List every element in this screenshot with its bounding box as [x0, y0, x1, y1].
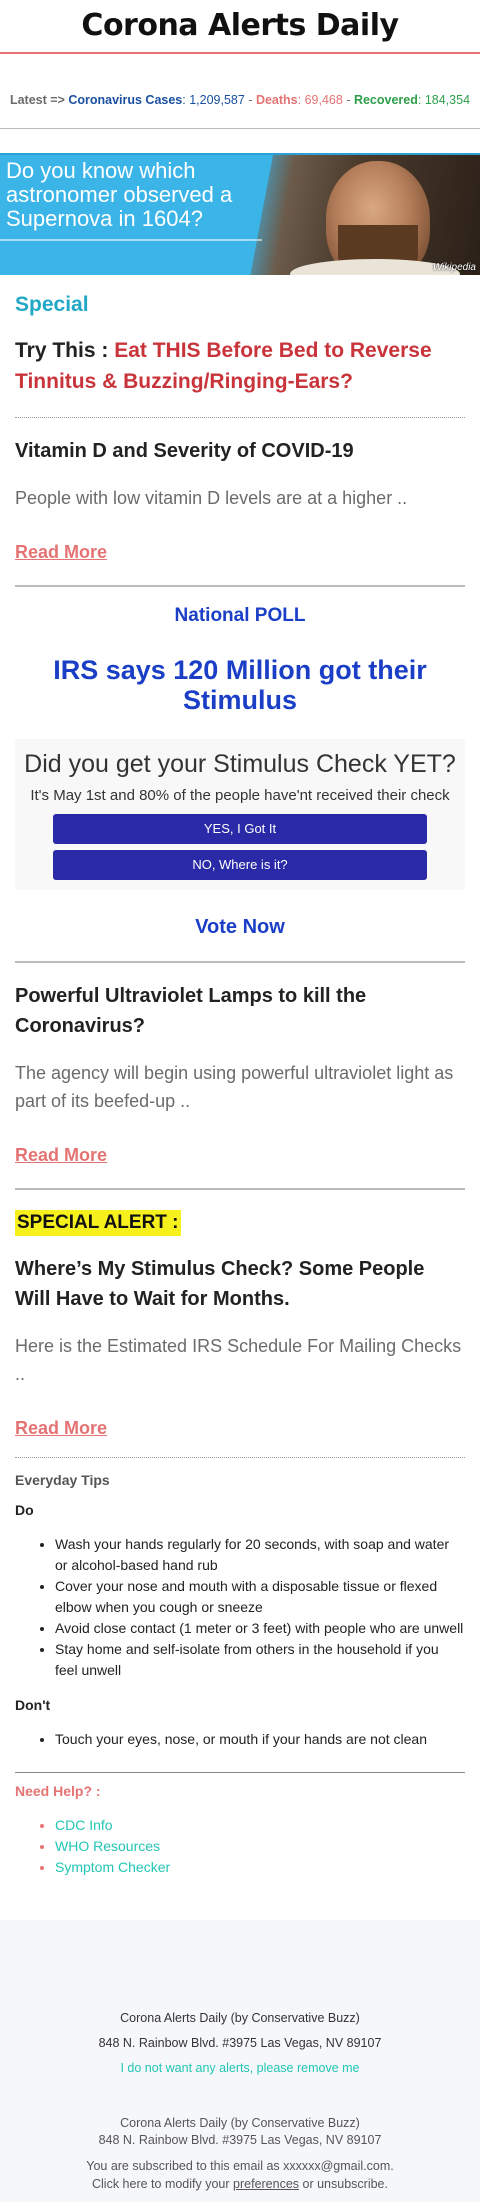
ticker-deaths-value: 69,468 [304, 93, 343, 107]
do-list: Wash your hands regularly for 20 seconds… [15, 1534, 465, 1681]
read-more-link[interactable]: Read More [15, 1418, 465, 1439]
divider [0, 128, 480, 129]
list-item: Stay home and self-isolate from others i… [55, 1639, 465, 1681]
special-alert-badge: SPECIAL ALERT : [15, 1210, 181, 1236]
list-item: Wash your hands regularly for 20 seconds… [55, 1534, 465, 1576]
list-item: WHO Resources [55, 1836, 465, 1857]
vote-now-link[interactable]: Vote Now [15, 916, 465, 939]
try-this-prefix: Try This : [15, 339, 115, 362]
no-where-button[interactable]: NO, Where is it? [53, 850, 427, 880]
article-title[interactable]: Powerful Ultraviolet Lamps to kill the C… [15, 981, 465, 1041]
modify-suffix: or unsubscribe. [299, 2177, 388, 2191]
yes-got-it-button[interactable]: YES, I Got It [53, 814, 427, 844]
read-more-link[interactable]: Read More [15, 1145, 465, 1166]
article-excerpt: People with low vitamin D levels are at … [15, 488, 408, 508]
symptom-checker-link[interactable]: Symptom Checker [55, 1859, 170, 1875]
dotted-divider [15, 1457, 465, 1458]
tips-heading: Everyday Tips [15, 1472, 110, 1488]
list-item: Avoid close contact (1 meter or 3 feet) … [55, 1618, 465, 1639]
modify-notice: Click here to modify your preferences or… [0, 2175, 480, 2193]
footer: Corona Alerts Daily (by Conservative Buz… [0, 1920, 480, 2202]
article-title[interactable]: Vitamin D and Severity of COVID-19 [15, 436, 465, 466]
trivia-banner[interactable]: Do you know which astronomer observed a … [0, 153, 480, 275]
unsubscribe-link[interactable]: I do not want any alerts, please remove … [0, 2056, 480, 2081]
main-content: Special Try This : Eat THIS Before Bed t… [0, 293, 480, 1878]
list-item: Symptom Checker [55, 1857, 465, 1878]
dont-heading: Don't [15, 1697, 51, 1713]
divider [15, 1772, 465, 1773]
do-heading: Do [15, 1502, 34, 1518]
divider [15, 1188, 465, 1190]
list-item: CDC Info [55, 1815, 465, 1836]
banner-question: Do you know which astronomer observed a … [6, 158, 233, 231]
read-more-link[interactable]: Read More [15, 542, 465, 563]
divider [15, 961, 465, 963]
ticker-cases-value: 1,209,587 [189, 93, 245, 107]
poll-card-subtitle: It's May 1st and 80% of the people have'… [30, 787, 450, 804]
ticker-separator: - [248, 93, 256, 107]
footer-org: Corona Alerts Daily (by Conservative Buz… [120, 2011, 360, 2025]
preferences-link[interactable]: preferences [233, 2177, 299, 2191]
portrait-image [250, 155, 480, 275]
stats-ticker: Latest => Coronavirus Cases: 1,209,587 -… [9, 93, 471, 107]
article-excerpt: The agency will begin using powerful ult… [15, 1063, 454, 1111]
footer-address: 848 N. Rainbow Blvd. #3975 Las Vegas, NV… [98, 2036, 382, 2050]
article-excerpt: Here is the Estimated IRS Schedule For M… [15, 1336, 462, 1384]
stimulus-poll-card: Did you get your Stimulus Check YET? It'… [15, 739, 465, 890]
help-links: CDC Info WHO Resources Symptom Checker [15, 1815, 465, 1878]
who-resources-link[interactable]: WHO Resources [55, 1838, 160, 1854]
dotted-divider [15, 417, 465, 418]
ticker-recovered-label: Recovered [353, 93, 418, 107]
ticker-separator: - [346, 93, 354, 107]
list-item: Touch your eyes, nose, or mouth if your … [55, 1729, 465, 1750]
brand-logo[interactable]: Corona Alerts Daily [0, 0, 480, 52]
article-title[interactable]: Where’s My Stimulus Check? Some People W… [15, 1254, 465, 1314]
list-item: Cover your nose and mouth with a disposa… [55, 1576, 465, 1618]
modify-prefix: Click here to modify your [92, 2177, 234, 2191]
poll-card-title: Did you get your Stimulus Check YET? [24, 750, 456, 778]
ticker-recovered-value: 184,354 [424, 93, 471, 107]
dont-list: Touch your eyes, nose, or mouth if your … [15, 1729, 465, 1750]
subscribed-notice: You are subscribed to this email as xxxx… [86, 2159, 394, 2173]
ticker-latest: Latest => [9, 93, 65, 107]
poll-headline[interactable]: IRS says 120 Million got their Stimulus [15, 655, 465, 715]
ticker-cases-label: Coronavirus Cases [68, 93, 183, 107]
divider [15, 585, 465, 587]
banner-underline [0, 239, 262, 241]
help-heading: Need Help? : [15, 1783, 101, 1799]
try-this-headline[interactable]: Try This : Eat THIS Before Bed to Revers… [15, 335, 465, 397]
ticker-deaths-label: Deaths [255, 93, 298, 107]
banner-source-tag: Wikipedia [432, 262, 476, 273]
cdc-info-link[interactable]: CDC Info [55, 1817, 113, 1833]
poll-label: National POLL [174, 605, 306, 626]
special-heading: Special [15, 293, 89, 316]
header: Corona Alerts Daily [0, 0, 480, 54]
footer-address-2: 848 N. Rainbow Blvd. #3975 Las Vegas, NV… [98, 2133, 382, 2147]
footer-org-2: Corona Alerts Daily (by Conservative Buz… [120, 2116, 360, 2130]
